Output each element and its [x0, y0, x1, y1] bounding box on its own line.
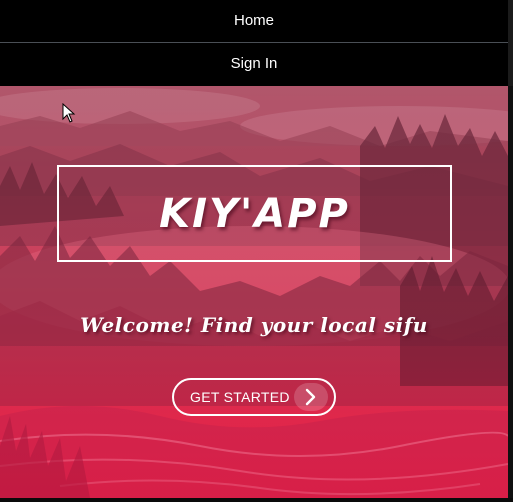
top-navigation: Home Sign In — [0, 0, 513, 86]
app-title: KIY'APP — [159, 190, 350, 237]
hero-color-overlay — [0, 86, 508, 498]
scrollbar-track — [508, 86, 513, 502]
app-window: Home Sign In KIY'APP Welcome! Find your … — [0, 0, 513, 502]
title-frame: KIY'APP — [57, 165, 452, 262]
get-started-button[interactable]: GET STARTED — [172, 378, 336, 416]
get-started-label: GET STARTED — [190, 389, 290, 405]
chevron-right-icon — [294, 383, 328, 411]
nav-home-link[interactable]: Home — [0, 0, 508, 42]
welcome-tagline: Welcome! Find your local sifu — [80, 313, 428, 337]
mouse-cursor-icon — [62, 103, 76, 123]
scrollbar-track — [508, 0, 513, 86]
hero-banner: KIY'APP Welcome! Find your local sifu GE… — [0, 86, 508, 498]
nav-sign-in-link[interactable]: Sign In — [0, 43, 508, 85]
window-bottom-edge — [0, 498, 513, 502]
